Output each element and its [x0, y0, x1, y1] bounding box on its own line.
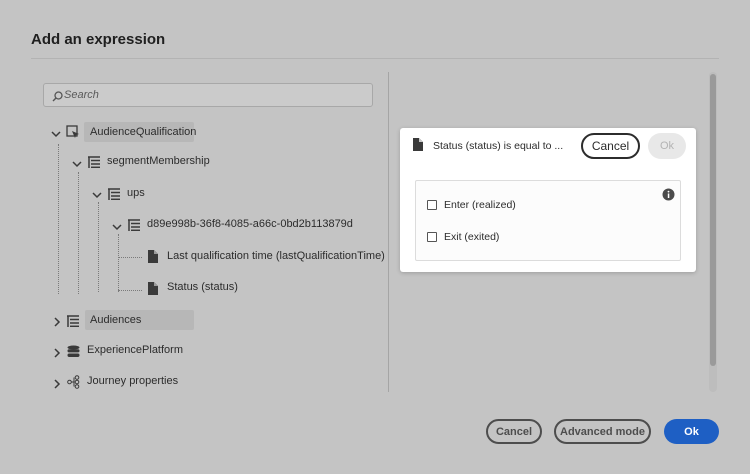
- tree-guide-line: [118, 234, 119, 292]
- object-list-icon: [108, 187, 120, 205]
- tree-guide-line: [78, 172, 79, 294]
- object-list-icon: [88, 155, 100, 173]
- tree-item-label: ups: [127, 187, 145, 199]
- option-label: Enter (realized): [444, 199, 516, 211]
- ok-button[interactable]: Ok: [664, 419, 719, 444]
- scrollbar[interactable]: [709, 72, 717, 392]
- object-list-icon: [67, 314, 79, 332]
- tree-guide-line: [98, 202, 99, 292]
- scrollbar-thumb[interactable]: [710, 74, 716, 366]
- title-divider: [31, 58, 719, 59]
- database-icon: [67, 345, 80, 363]
- chevron-down-icon[interactable]: [71, 157, 83, 169]
- search-input[interactable]: [64, 87, 364, 103]
- tree-item-label: Last qualification time (lastQualificati…: [167, 250, 385, 262]
- dialog-title: Add an expression: [31, 31, 166, 48]
- popover-title: Status (status) is equal to ...: [433, 140, 564, 152]
- checkbox[interactable]: [427, 232, 437, 242]
- condition-popover: Status (status) is equal to ... Cancel O…: [400, 128, 696, 272]
- search-icon: [52, 89, 63, 107]
- tree-item-label: Audiences: [90, 314, 142, 326]
- chevron-down-icon[interactable]: [50, 127, 62, 139]
- cancel-button[interactable]: Cancel: [486, 419, 542, 444]
- cursor-select-icon: [66, 125, 80, 144]
- file-icon: [413, 138, 423, 156]
- file-icon: [148, 250, 158, 268]
- chevron-right-icon[interactable]: [51, 346, 63, 358]
- advanced-mode-button[interactable]: Advanced mode: [554, 419, 651, 444]
- tree-item-label: AudienceQualification: [90, 126, 197, 138]
- option-exit[interactable]: Exit (exited): [427, 229, 499, 245]
- tree-guide-line: [118, 257, 142, 258]
- tree-guide-line: [58, 144, 59, 294]
- tree-item-label: ExperiencePlatform: [87, 344, 183, 356]
- option-enter[interactable]: Enter (realized): [427, 197, 516, 213]
- chevron-right-icon[interactable]: [51, 377, 63, 389]
- checkbox[interactable]: [427, 200, 437, 210]
- file-icon: [148, 282, 158, 300]
- options-box: Enter (realized) Exit (exited): [415, 180, 681, 261]
- panel-divider: [388, 72, 389, 392]
- popover-cancel-button[interactable]: Cancel: [581, 133, 640, 159]
- chevron-right-icon[interactable]: [51, 315, 63, 327]
- tree-item-label: Status (status): [167, 281, 238, 293]
- tree-guide-line: [118, 290, 142, 291]
- popover-ok-button[interactable]: Ok: [648, 133, 686, 159]
- chevron-down-icon[interactable]: [91, 188, 103, 200]
- info-icon[interactable]: [662, 188, 675, 206]
- option-label: Exit (exited): [444, 231, 500, 243]
- chevron-down-icon[interactable]: [111, 220, 123, 232]
- tree-item-label: segmentMembership: [107, 155, 210, 167]
- tree-item-label: d89e998b-36f8-4085-a66c-0bd2b113879d: [147, 218, 353, 230]
- journey-icon: [67, 375, 82, 394]
- tree-item-label: Journey properties: [87, 375, 179, 387]
- object-list-icon: [128, 218, 140, 236]
- search-field[interactable]: [43, 83, 373, 107]
